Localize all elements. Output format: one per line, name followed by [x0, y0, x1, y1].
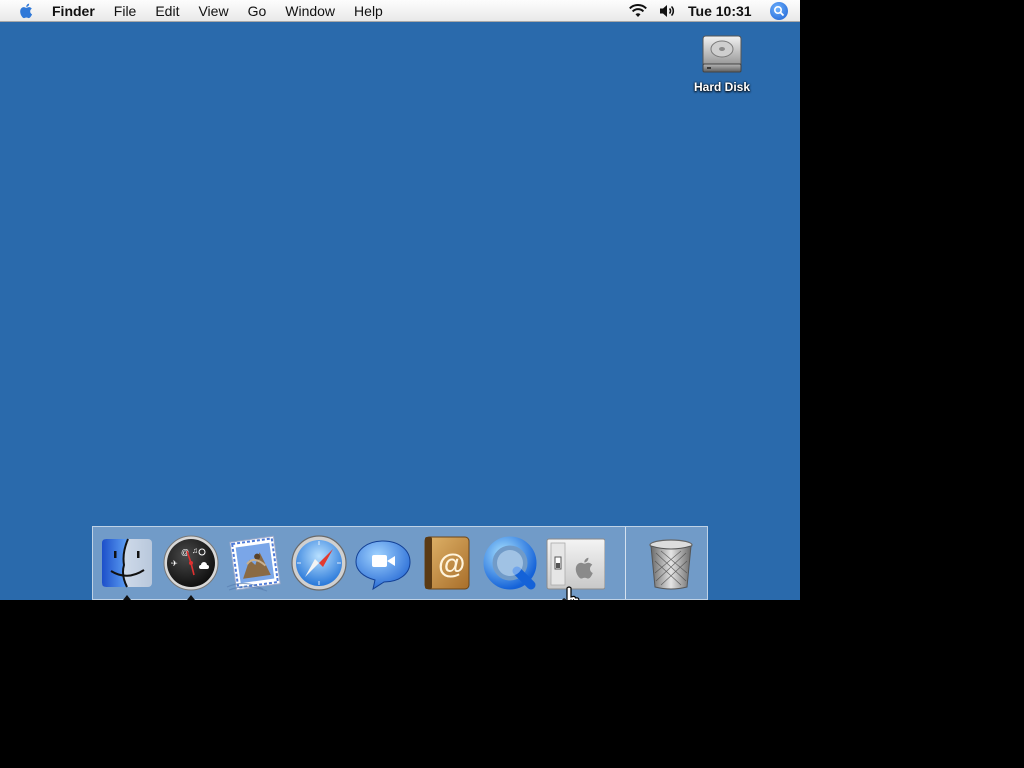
menu-view[interactable]: View — [198, 0, 228, 22]
dock-item-ichat[interactable] — [353, 533, 413, 593]
desktop-icon-label: Hard Disk — [693, 80, 751, 94]
menu-help[interactable]: Help — [354, 0, 383, 22]
dock: @ ♫ ✈ @ — [92, 526, 708, 600]
menu-extras: Tue 10:31 — [628, 0, 800, 22]
menu-file[interactable]: File — [114, 0, 137, 22]
address-book-icon: @ — [424, 536, 470, 590]
dock-item-quicktime[interactable] — [481, 533, 541, 593]
menu-go[interactable]: Go — [248, 0, 267, 22]
wifi-icon[interactable] — [628, 3, 648, 19]
dock-item-finder[interactable] — [97, 533, 157, 600]
menu-clock[interactable]: Tue 10:31 — [688, 3, 764, 19]
hard-disk-icon — [702, 35, 742, 73]
trash-icon — [649, 539, 693, 590]
desktop-screen: Finder File Edit View Go Window Help Tue… — [0, 0, 800, 600]
running-indicator — [123, 595, 131, 600]
svg-text:@: @ — [438, 548, 465, 579]
dashboard-icon: @ ♫ ✈ — [163, 535, 219, 591]
safari-icon — [291, 535, 347, 591]
dock-item-mail[interactable] — [225, 533, 285, 593]
quicktime-icon — [483, 536, 537, 590]
dock-item-system-preferences[interactable] — [545, 533, 605, 593]
ichat-icon — [355, 540, 411, 591]
dock-divider — [625, 527, 626, 599]
menu-bar: Finder File Edit View Go Window Help Tue… — [0, 0, 800, 22]
running-indicator — [187, 595, 195, 600]
pointing-hand-cursor-icon — [562, 586, 580, 600]
volume-icon[interactable] — [658, 3, 678, 19]
menu-window[interactable]: Window — [285, 0, 335, 22]
finder-icon — [102, 538, 152, 588]
dock-item-dashboard[interactable]: @ ♫ ✈ — [161, 533, 221, 600]
dock-item-trash[interactable] — [641, 533, 701, 593]
apple-menu-icon[interactable] — [18, 1, 36, 21]
menu-edit[interactable]: Edit — [155, 0, 179, 22]
mail-icon — [226, 535, 281, 592]
svg-text:♫: ♫ — [192, 546, 198, 555]
system-preferences-icon — [546, 538, 605, 590]
desktop-icon-hard-disk[interactable]: Hard Disk — [684, 30, 760, 94]
dock-item-safari[interactable] — [289, 533, 349, 593]
menu-app-name[interactable]: Finder — [52, 0, 95, 22]
spotlight-search-icon[interactable] — [770, 2, 788, 20]
dock-item-address-book[interactable]: @ — [417, 533, 477, 593]
svg-text:✈: ✈ — [171, 559, 178, 568]
